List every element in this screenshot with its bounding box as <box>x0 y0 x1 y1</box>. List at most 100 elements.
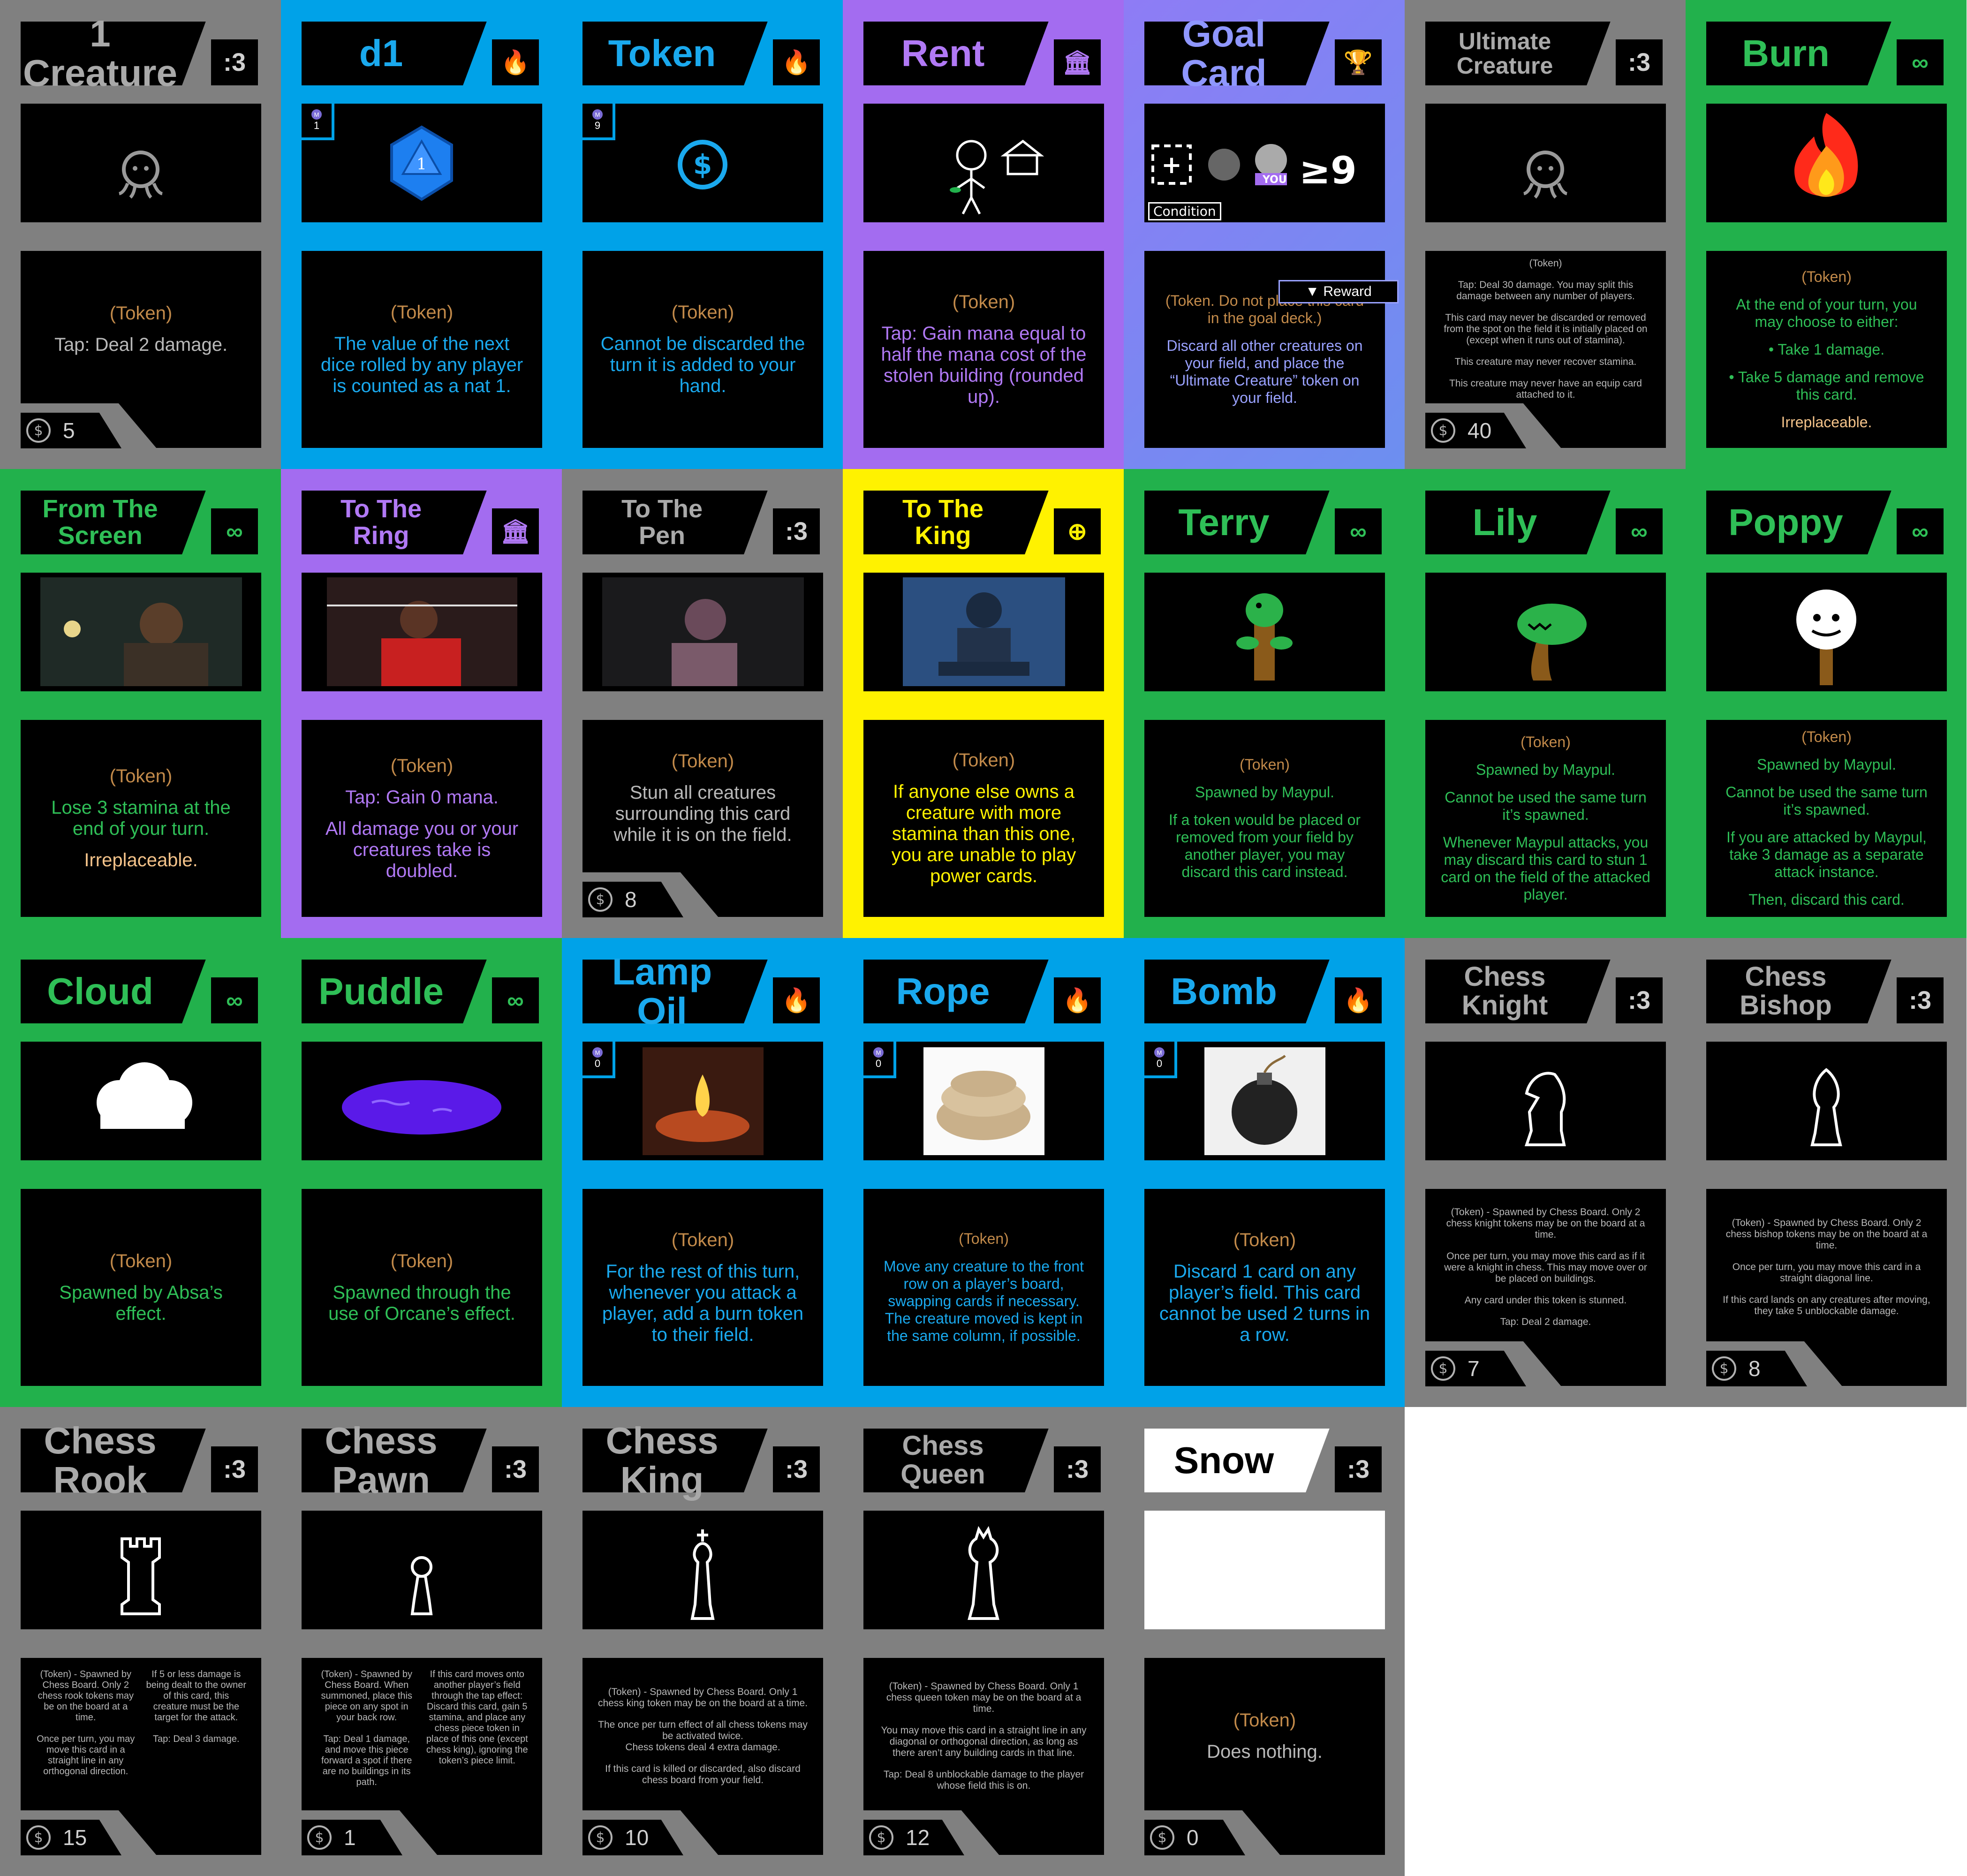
card-art-chess-bishop <box>1706 1042 1947 1160</box>
card-art-chess-king <box>583 1511 823 1629</box>
card-to-the-pen[interactable]: To The Pen:3 (Token) Stun all creatures su… <box>562 469 843 938</box>
description-line: Tap: Gain 0 mana. <box>345 787 499 808</box>
mana-value: 1 <box>313 120 320 131</box>
card-lily[interactable]: Lily ∞ (Token) Spawned by Maypul. Cannot be … <box>1405 469 1686 938</box>
description-line: If anyone else owns a creature with more… <box>891 781 1076 886</box>
card-rent[interactable]: Rent 🏛 (Token) Tap: Gain mana equal to half… <box>843 0 1124 469</box>
description-line: Cannot be used the same turn it’s spawne… <box>1725 784 1928 818</box>
stamina-coin-icon: $ <box>588 1825 613 1850</box>
card-cloud[interactable]: Cloud ∞ (Token) Spawned by Absa’s effect. <box>0 938 281 1407</box>
card-title: Cloud <box>47 970 153 1012</box>
card-title: Bomb <box>1171 970 1277 1012</box>
description-line: Tap: Gain mana equal to half the mana co… <box>881 323 1087 407</box>
stamina-coin-icon: $ <box>1431 1356 1455 1381</box>
card-goal-card[interactable]: Goal Card 🏆 + YOU ≥9 Condition (Token. Do not … <box>1124 0 1405 469</box>
card-art-octopus-doodle <box>1425 104 1666 222</box>
card-title-box: Ultimate Creature:3 <box>1425 22 1663 85</box>
card-chess-king[interactable]: Chess King:3 (Token) - Spawned by Chess B… <box>562 1407 843 1876</box>
card-chess-bishop[interactable]: Chess Bishop:3 (Token) - Spawned by Chess… <box>1686 938 1967 1407</box>
card-1-creature[interactable]: 1 Creature:3 (Token) Tap: Deal 2 damage. $5 <box>0 0 281 469</box>
card-token[interactable]: Token 🔥 $ M 9 (Token) Cannot be discarded the … <box>562 0 843 469</box>
token-label: (Token) <box>1801 728 1852 745</box>
card-puddle[interactable]: Puddle ∞ (Token) Spawned through the use of… <box>281 938 562 1407</box>
card-title-box: Chess King:3 <box>583 1420 820 1501</box>
description-line: Spawned by Absa’s effect. <box>59 1282 223 1324</box>
card-title: To The Pen <box>621 495 703 550</box>
card-title: Chess King <box>605 1420 719 1501</box>
card-burn[interactable]: Burn ∞ (Token) At the end of your turn, you… <box>1686 0 1967 469</box>
token-label: (Token) <box>109 1250 173 1271</box>
mana-icon: M <box>873 1047 884 1058</box>
card-to-the-king[interactable]: To The King ⊕ (Token) If anyone else owns a… <box>843 469 1124 938</box>
token-label: (Token) <box>390 302 454 323</box>
card-poppy[interactable]: Poppy ∞ (Token) Spawned by Maypul. Cannot be… <box>1686 469 1967 938</box>
card-title: 1 Creature <box>23 13 178 94</box>
description-line: Then, discard this card. <box>1748 891 1905 908</box>
trophy-icon: 🏆 <box>1335 39 1382 85</box>
token-label: (Token) <box>1801 268 1852 285</box>
card-to-the-ring[interactable]: To The Ring 🏛 (Token) Tap: Gain 0 mana. All … <box>281 469 562 938</box>
card-description: (Token) Cannot be discarded the turn it i… <box>583 251 823 448</box>
description-line: Spawned through the use of Orcane’s effe… <box>328 1282 515 1324</box>
card-art-fire <box>1706 104 1947 222</box>
card-terry[interactable]: Terry ∞ (Token) Spawned by Maypul. If a toke… <box>1124 469 1405 938</box>
card-description: (Token) The value of the next dice rolled… <box>302 251 542 448</box>
blue-flame-icon: 🔥 <box>773 977 820 1023</box>
card-description: (Token) Spawned through the use of Orcane… <box>302 1189 542 1386</box>
card-art-photo-ring <box>302 573 542 691</box>
mana-value: 0 <box>594 1058 601 1069</box>
card-title-box: Puddle ∞ <box>302 960 539 1023</box>
card-bomb[interactable]: Bomb 🔥 M 0 (Token) Discard 1 card on any play… <box>1124 938 1405 1407</box>
card-title-box: Poppy ∞ <box>1706 491 1944 554</box>
card-d1[interactable]: d1 🔥 1 M 1 (Token) The value of the next dice … <box>281 0 562 469</box>
card-title: Token <box>608 32 716 74</box>
description-line: If a token would be placed or removed fr… <box>1168 811 1361 880</box>
card-rope[interactable]: Rope 🔥 M 0 (Token) Move any creature to the f… <box>843 938 1124 1407</box>
card-art-octopus-doodle <box>21 104 261 222</box>
card-title-box: To The Pen:3 <box>583 491 820 554</box>
card-chess-queen[interactable]: Chess Queen:3 (Token) - Spawned by Chess … <box>843 1407 1124 1876</box>
card-art-goal-condition: + YOU ≥9 Condition <box>1144 104 1385 222</box>
card-title: Chess Bishop <box>1740 961 1832 1021</box>
card-chess-knight[interactable]: Chess Knight:3 (Token) - Spawned by Chess… <box>1405 938 1686 1407</box>
cost-value: 0 <box>1187 1825 1199 1850</box>
card-title-box: Goal Card 🏆 <box>1144 14 1382 93</box>
description-line: Once per turn, you may move this card in… <box>1732 1262 1921 1284</box>
card-description: (Token) At the end of your turn, you may … <box>1706 251 1947 448</box>
token-label: (Token) <box>671 302 734 323</box>
infinity-icon: ∞ <box>1897 508 1944 554</box>
description-line: The value of the next dice rolled by any… <box>320 333 523 396</box>
card-title: Rent <box>901 32 985 74</box>
card-title: Poppy <box>1728 501 1843 543</box>
mana-cost-tag: M0 <box>1144 1042 1177 1078</box>
description-line: Spawned by Maypul. <box>1756 756 1897 773</box>
card-ultimate-creature[interactable]: Ultimate Creature:3 (Token) Tap: Deal 30 d… <box>1405 0 1686 469</box>
description-line: Any card under this token is stunned. <box>1464 1295 1627 1306</box>
stamina-coin-icon: $ <box>869 1825 893 1850</box>
token-label: (Token) <box>1233 1229 1296 1250</box>
card-title: Snow <box>1173 1439 1274 1481</box>
cat-face-icon: :3 <box>1335 1446 1382 1492</box>
card-art-dollar-coin: $ <box>583 104 823 222</box>
card-title: Rope <box>896 970 990 1012</box>
svg-text:1: 1 <box>416 155 427 174</box>
card-lamp-oil[interactable]: Lamp Oil 🔥 M 0 (Token) For the rest of this t… <box>562 938 843 1407</box>
card-chess-pawn[interactable]: Chess Pawn:3 (Token) - Spawned by Chess B… <box>281 1407 562 1876</box>
description-line: This card may never be discarded or remo… <box>1444 312 1648 346</box>
card-description: (Token) Discard 1 card on any player’s fi… <box>1144 1189 1385 1386</box>
description-line: Tap: Deal 2 damage. <box>1500 1316 1591 1327</box>
card-from-the-screen[interactable]: From The Screen ∞ (Token) Lose 3 stamina at… <box>0 469 281 938</box>
card-art-chess-queen <box>863 1511 1104 1629</box>
description-line: If this card lands on any creatures afte… <box>1723 1294 1930 1316</box>
card-title: Puddle <box>318 970 444 1012</box>
card-chess-rook[interactable]: Chess Rook:3 (Token) - Spawned by Chess B… <box>0 1407 281 1876</box>
description-line: Irreplaceable. <box>1781 413 1872 431</box>
mana-cost-tag: M0 <box>863 1042 896 1078</box>
token-label: (Token) <box>1521 734 1571 750</box>
description-line: If you are attacked by Maypul, take 3 da… <box>1726 829 1927 880</box>
token-label: (Token) <box>671 1229 734 1250</box>
cost-value: 8 <box>1748 1356 1761 1381</box>
card-snow[interactable]: Snow:3 (Token) Does nothing. $0 <box>1124 1407 1405 1876</box>
token-label: (Token) <box>1240 756 1290 773</box>
card-title-box: Terry ∞ <box>1144 491 1382 554</box>
